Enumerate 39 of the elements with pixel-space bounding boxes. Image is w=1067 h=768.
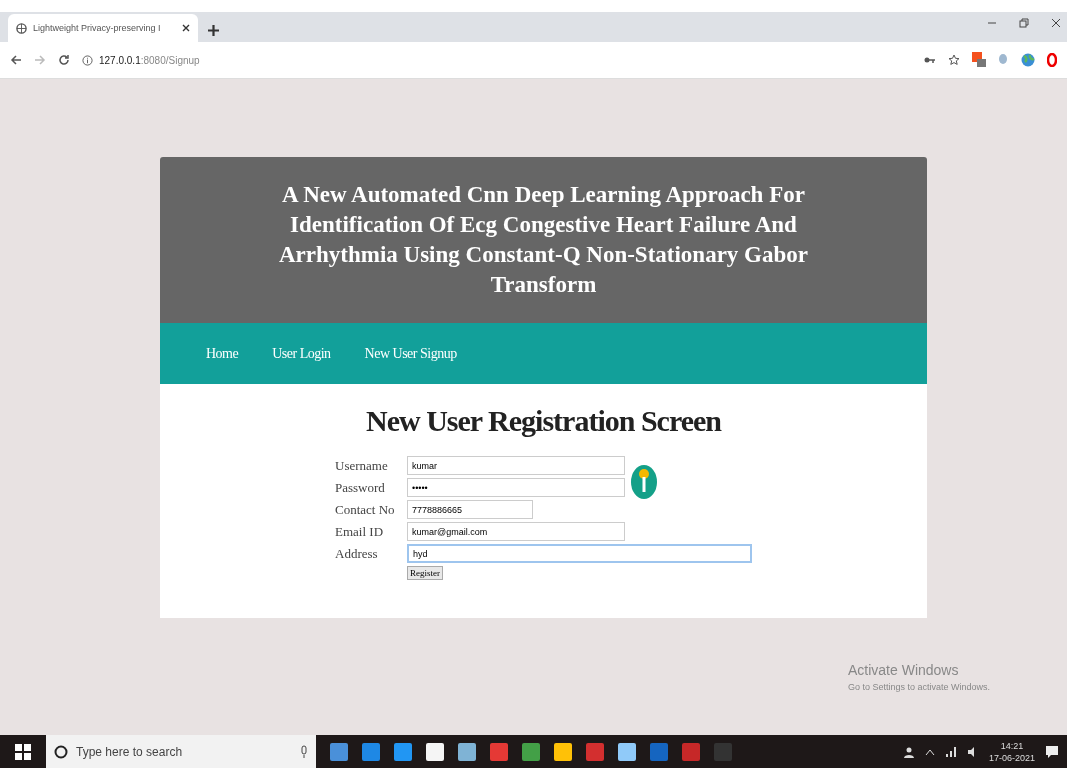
- key-icon[interactable]: [630, 464, 658, 500]
- person-icon[interactable]: [902, 746, 915, 758]
- microphone-icon[interactable]: [300, 745, 308, 759]
- field-label: Password: [335, 479, 386, 496]
- star-icon[interactable]: [948, 54, 960, 66]
- input-field[interactable]: kumar: [407, 456, 625, 475]
- close-icon[interactable]: [182, 24, 190, 32]
- info-icon[interactable]: [82, 54, 93, 66]
- key-icon[interactable]: [924, 56, 936, 64]
- input-field[interactable]: •••••: [407, 478, 625, 497]
- chevron-icon[interactable]: [924, 748, 935, 756]
- extension-icon[interactable]: [972, 52, 986, 68]
- page-heading: New User Registration Screen: [365, 404, 723, 438]
- input-field[interactable]: 7778886665: [407, 500, 533, 519]
- globe-icon: [16, 22, 27, 34]
- browser-tab[interactable]: Lightweight Privacy-preserving I: [8, 14, 198, 42]
- url-text[interactable]: 127.0.0.1:8080/Signup: [99, 54, 200, 66]
- input-field[interactable]: kumar@gmail.com: [407, 522, 625, 541]
- notification-icon[interactable]: [1045, 745, 1059, 759]
- field-label: Address: [335, 545, 379, 562]
- new-tab-icon[interactable]: [208, 25, 219, 36]
- register-button[interactable]: Register: [407, 566, 443, 580]
- restore-icon[interactable]: [1019, 18, 1029, 28]
- network-icon[interactable]: [944, 746, 957, 758]
- cortana-icon[interactable]: [54, 745, 68, 759]
- input-field[interactable]: hyd: [407, 544, 752, 563]
- back-icon[interactable]: [10, 54, 22, 66]
- field-label: Email ID: [335, 523, 384, 540]
- globe-extension-icon[interactable]: [1021, 53, 1035, 67]
- windows-start-icon[interactable]: [15, 744, 31, 760]
- close-icon[interactable]: [1051, 18, 1061, 28]
- field-label: Contact No: [335, 501, 396, 518]
- reload-icon[interactable]: [58, 54, 70, 66]
- field-label: Username: [335, 457, 389, 474]
- site-title: A New Automated Cnn Deep Learning Approach For Identification Of Ecg Congestive Heart Failure And Arrhythmia Using Constant-Q Non-Stationary Gabor Transform: [278, 181, 809, 299]
- taskbar-search-field[interactable]: Type here to search: [46, 735, 316, 768]
- activation-title: Activate Windows: [848, 662, 960, 678]
- taskbar-clock[interactable]: 14:21 17-06-2021: [988, 740, 1035, 764]
- activation-notice: Go to Settings to activate Windows.: [848, 682, 991, 692]
